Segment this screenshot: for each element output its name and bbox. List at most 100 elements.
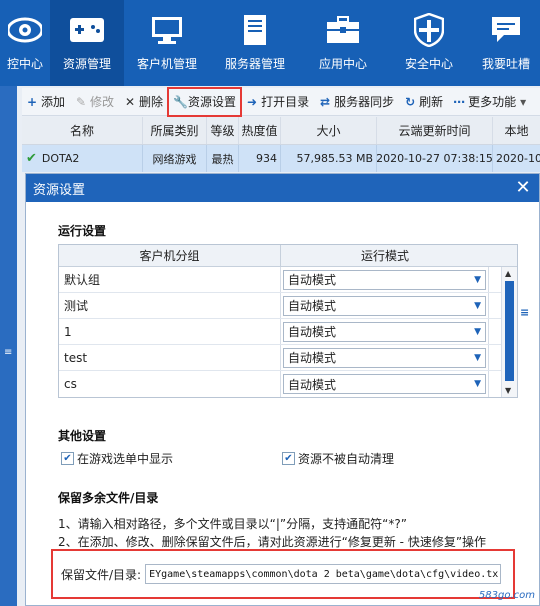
row-mode-cell: 自动模式 ▼ [281, 345, 489, 370]
row-group: 1 [59, 319, 281, 344]
column-header-client-group[interactable]: 客户机分组 [59, 245, 281, 266]
nav-server-management[interactable]: 服务器管理 [210, 0, 300, 86]
nav-monitor-center[interactable]: 控中心 [0, 0, 50, 86]
add-label: 添加 [41, 95, 66, 109]
column-header-level[interactable]: 等级 [207, 117, 239, 144]
modify-label: 修改 [90, 95, 115, 109]
chevron-down-icon: ▼ [474, 379, 481, 389]
close-icon[interactable]: ✕ [513, 178, 533, 198]
modify-button[interactable]: ✎ 修改 [71, 91, 118, 113]
run-mode-select[interactable]: 自动模式 ▼ [283, 269, 486, 290]
scroll-up-icon[interactable]: ▲ [505, 269, 511, 278]
nav-security-center[interactable]: 安全中心 [386, 0, 472, 86]
table-row[interactable]: 测试 自动模式 ▼ [59, 293, 517, 319]
row-mode-cell: 自动模式 ▼ [281, 371, 489, 397]
refresh-button[interactable]: ↻ 刷新 [400, 91, 447, 113]
server-icon [237, 13, 273, 47]
left-collapse-strip[interactable]: ≡ [0, 86, 17, 606]
no-auto-clean-checkbox[interactable]: ✔ 资源不被自动清理 [282, 450, 394, 467]
arrow-right-icon: ➜ [247, 94, 258, 109]
table-row[interactable]: test 自动模式 ▼ [59, 345, 517, 371]
scroll-down-icon[interactable]: ▼ [505, 386, 511, 395]
more-functions-label: 更多功能 [468, 95, 517, 109]
row-group: 默认组 [59, 267, 281, 292]
row-name: DOTA2 [41, 152, 80, 165]
resource-table: 名称 所属类别 等级 热度值 大小 云端更新时间 本地 ✔ DOTA2 网络游戏… [22, 117, 540, 172]
run-mode-select[interactable]: 自动模式 ▼ [283, 347, 486, 368]
resource-settings-dialog: 资源设置 ✕ 运行设置 客户机分组 运行模式 默认组 自动模式 ▼ 测试 自动模式… [25, 173, 540, 606]
column-header-cloud-update-time[interactable]: 云端更新时间 [377, 117, 493, 144]
delete-button[interactable]: ✕ 删除 [120, 91, 167, 113]
chevron-down-icon: ▼ [474, 352, 481, 363]
run-mode-value: 自动模式 [288, 299, 337, 313]
table-row[interactable]: cs 自动模式 ▼ [59, 371, 517, 397]
toolbox-icon [325, 13, 361, 47]
keep-files-input[interactable]: EYgame\steamapps\common\dota 2 beta\game… [145, 564, 502, 584]
resource-settings-button[interactable]: 🔧 资源设置 [167, 86, 243, 117]
add-button[interactable]: + 添加 [22, 91, 69, 113]
column-header-category[interactable]: 所属类别 [143, 117, 207, 144]
column-header-size[interactable]: 大小 [281, 117, 377, 144]
run-table-scrollbar[interactable]: ▲ ▼ [501, 267, 517, 397]
chevron-down-icon: ▼ [474, 326, 481, 337]
run-mode-value: 自动模式 [288, 273, 337, 287]
checkbox-checked-icon: ✔ [282, 452, 295, 465]
watermark: 583go.com [478, 590, 535, 601]
caret-down-icon: ▾ [520, 94, 527, 109]
nav-label: 安全中心 [404, 57, 453, 71]
run-mode-value: 自动模式 [288, 351, 337, 365]
show-in-menu-checkbox[interactable]: ✔ 在游戏选单中显示 [61, 450, 173, 467]
row-group: cs [59, 371, 281, 397]
server-sync-label: 服务器同步 [334, 95, 395, 109]
table-row[interactable]: 1 自动模式 ▼ [59, 319, 517, 345]
run-mode-select[interactable]: 自动模式 ▼ [283, 295, 486, 316]
dialog-title-bar: 资源设置 ✕ [26, 174, 539, 202]
open-directory-button[interactable]: ➜ 打开目录 [242, 91, 313, 113]
resource-settings-label: 资源设置 [188, 95, 237, 109]
monitor-icon [149, 13, 185, 47]
table-row[interactable]: 默认组 自动模式 ▼ [59, 267, 517, 293]
row-category: 网络游戏 [143, 145, 207, 172]
checkbox-checked-icon: ✔ [61, 452, 74, 465]
panel-handle-icon[interactable]: ≡ [520, 306, 529, 319]
row-group: test [59, 345, 281, 370]
eye-icon [7, 13, 43, 47]
more-functions-button[interactable]: ⋯ 更多功能 ▾ [449, 91, 530, 113]
grip-icon: ≡ [4, 347, 13, 358]
nav-resource-management[interactable]: 资源管理 [50, 0, 124, 86]
nav-feedback[interactable]: 我要吐槽 [472, 0, 540, 86]
run-table-header: 客户机分组 运行模式 [59, 245, 517, 267]
run-mode-select[interactable]: 自动模式 ▼ [283, 374, 486, 394]
run-mode-select[interactable]: 自动模式 ▼ [283, 321, 486, 342]
nav-label: 控中心 [6, 57, 43, 71]
nav-label: 服务器管理 [224, 57, 285, 71]
column-header-name[interactable]: 名称 [22, 117, 143, 144]
column-header-local[interactable]: 本地 [493, 117, 540, 144]
keep-files-label: 保留文件/目录: [61, 567, 142, 582]
row-local-time: 2020-10 [496, 152, 540, 165]
wrench-icon: 🔧 [173, 94, 188, 109]
row-mode-cell: 自动模式 ▼ [281, 267, 489, 292]
row-cloud-update-time: 2020-10-27 07:38:15 [377, 145, 493, 172]
table-row[interactable]: ✔ DOTA2 网络游戏 最热 934 57,985.53 MB 2020-10… [22, 145, 540, 172]
table-header: 名称 所属类别 等级 热度值 大小 云端更新时间 本地 [22, 117, 540, 145]
other-settings-title: 其他设置 [58, 429, 107, 443]
row-heat: 934 [239, 145, 281, 172]
run-settings-title: 运行设置 [58, 224, 107, 238]
column-header-run-mode[interactable]: 运行模式 [281, 245, 489, 266]
nav-label: 应用中心 [318, 57, 367, 71]
column-header-heat[interactable]: 热度值 [239, 117, 281, 144]
scroll-thumb[interactable] [505, 281, 514, 381]
server-sync-button[interactable]: ⇄ 服务器同步 [315, 91, 398, 113]
chevron-down-icon: ▼ [474, 274, 481, 285]
sync-icon: ⇄ [320, 94, 331, 109]
gamepad-icon [69, 13, 105, 47]
instruction-note-1: 1、请输入相对路径，多个文件或目录以“|”分隔，支持通配符“*?” [58, 517, 407, 531]
run-settings-table: 客户机分组 运行模式 默认组 自动模式 ▼ 测试 自动模式 ▼ 1 自动模式 ▼ te… [58, 244, 518, 398]
check-icon: ✔ [26, 151, 37, 166]
nav-client-management[interactable]: 客户机管理 [124, 0, 210, 86]
show-in-menu-label: 在游戏选单中显示 [77, 452, 174, 466]
instruction-note-2: 2、在添加、修改、删除保留文件后，请对此资源进行“修复更新 - 快速修复”操作 [58, 535, 487, 549]
nav-app-center[interactable]: 应用中心 [300, 0, 386, 86]
refresh-icon: ↻ [405, 94, 416, 109]
